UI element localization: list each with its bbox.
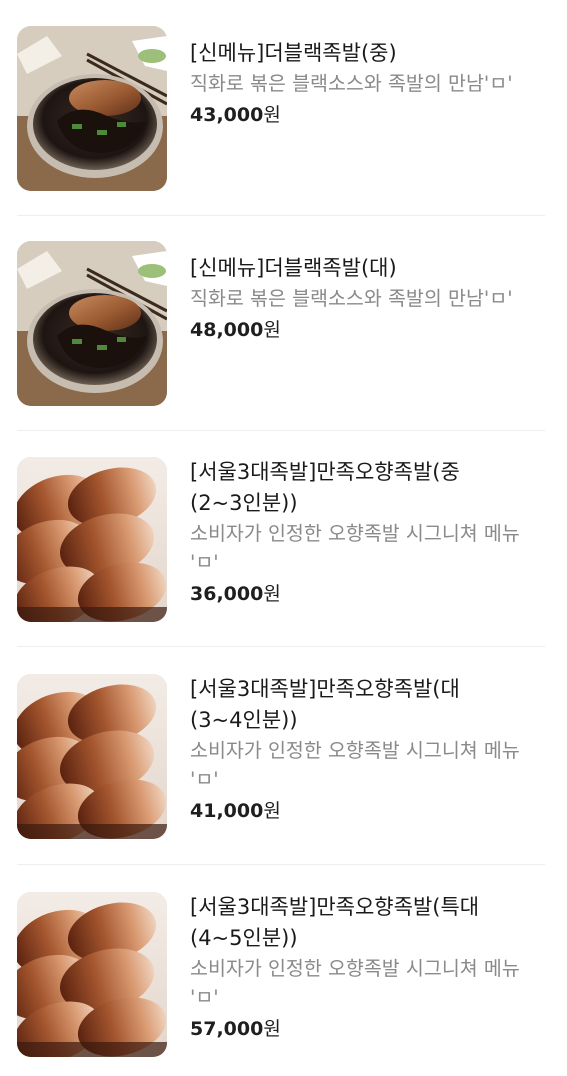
price-unit: 원	[263, 319, 281, 341]
price-value: 57,000	[190, 1018, 264, 1040]
menu-title: [신메뉴]더블랙족발(중)	[190, 41, 397, 65]
black-jokbal-photo	[17, 26, 167, 191]
menu-info: [서울3대족발]만족오향족발(중(2~3인분)) 소비자가 인정한 오향족발 시…	[190, 457, 550, 608]
menu-price: 48,000원	[190, 316, 550, 344]
menu-description: 소비자가 인정한 오향족발 시그니쳐 메뉴 'ㅁ'	[190, 739, 520, 791]
menu-description: 소비자가 인정한 오향족발 시그니쳐 메뉴 'ㅁ'	[190, 522, 520, 574]
menu-info: [신메뉴]더블랙족발(중) 직화로 볶은 블랙소스와 족발의 만남'ㅁ' 43,…	[190, 26, 550, 129]
menu-price: 43,000원	[190, 101, 550, 129]
menu-item[interactable]: [서울3대족발]만족오향족발(중(2~3인분)) 소비자가 인정한 오향족발 시…	[0, 457, 567, 647]
menu-title: [서울3대족발]만족오향족발(특대(4~5인분))	[190, 895, 480, 950]
menu-item[interactable]: [신메뉴]더블랙족발(대) 직화로 볶은 블랙소스와 족발의 만남'ㅁ' 48,…	[0, 241, 567, 431]
menu-list: [신메뉴]더블랙족발(중) 직화로 볶은 블랙소스와 족발의 만남'ㅁ' 43,…	[0, 0, 567, 1076]
menu-description: 소비자가 인정한 오향족발 시그니쳐 메뉴 'ㅁ'	[190, 957, 520, 1009]
menu-item[interactable]: [신메뉴]더블랙족발(중) 직화로 볶은 블랙소스와 족발의 만남'ㅁ' 43,…	[0, 26, 567, 216]
menu-info: [신메뉴]더블랙족발(대) 직화로 볶은 블랙소스와 족발의 만남'ㅁ' 48,…	[190, 241, 550, 344]
divider	[17, 646, 545, 647]
menu-price: 57,000원	[190, 1015, 550, 1043]
menu-item[interactable]: [서울3대족발]만족오향족발(대(3~4인분)) 소비자가 인정한 오향족발 시…	[0, 674, 567, 865]
price-unit: 원	[263, 800, 281, 822]
menu-price: 41,000원	[190, 797, 550, 825]
menu-title: [서울3대족발]만족오향족발(중(2~3인분))	[190, 460, 460, 515]
menu-description: 직화로 볶은 블랙소스와 족발의 만남'ㅁ'	[190, 72, 513, 95]
ohyang-jokbal-photo	[17, 674, 167, 839]
menu-info: [서울3대족발]만족오향족발(특대(4~5인분)) 소비자가 인정한 오향족발 …	[190, 892, 550, 1043]
black-jokbal-photo	[17, 241, 167, 406]
price-unit: 원	[263, 104, 281, 126]
menu-info: [서울3대족발]만족오향족발(대(3~4인분)) 소비자가 인정한 오향족발 시…	[190, 674, 550, 825]
menu-title: [신메뉴]더블랙족발(대)	[190, 256, 397, 280]
price-value: 41,000	[190, 800, 264, 822]
divider	[17, 215, 545, 216]
price-value: 48,000	[190, 319, 264, 341]
menu-price: 36,000원	[190, 580, 550, 608]
ohyang-jokbal-photo	[17, 892, 167, 1057]
price-unit: 원	[263, 583, 281, 605]
divider	[17, 864, 545, 865]
price-value: 43,000	[190, 104, 264, 126]
price-unit: 원	[263, 1018, 281, 1040]
divider	[17, 430, 545, 431]
menu-description: 직화로 볶은 블랙소스와 족발의 만남'ㅁ'	[190, 287, 513, 310]
menu-item[interactable]: [서울3대족발]만족오향족발(특대(4~5인분)) 소비자가 인정한 오향족발 …	[0, 892, 567, 1076]
price-value: 36,000	[190, 583, 264, 605]
ohyang-jokbal-photo	[17, 457, 167, 622]
menu-title: [서울3대족발]만족오향족발(대(3~4인분))	[190, 677, 460, 732]
